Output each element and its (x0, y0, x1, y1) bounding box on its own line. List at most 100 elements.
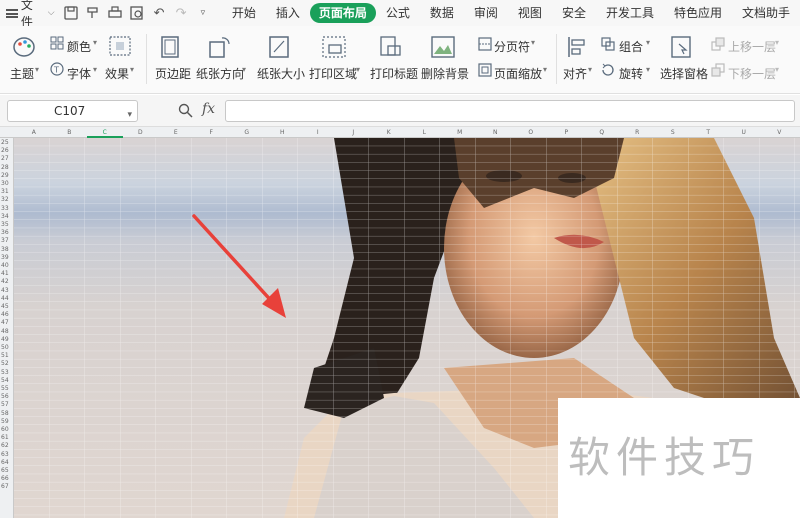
tab-special-apps[interactable]: 特色应用 (664, 3, 732, 23)
column-letter[interactable]: C (87, 127, 123, 138)
row-number[interactable]: 32 (0, 196, 14, 204)
column-letter[interactable]: F (194, 127, 230, 138)
row-number[interactable]: 37 (0, 237, 14, 245)
row-number[interactable]: 58 (0, 410, 14, 418)
row-number[interactable]: 33 (0, 205, 14, 213)
row-number[interactable]: 45 (0, 303, 14, 311)
row-number[interactable]: 27 (0, 155, 14, 163)
row-number[interactable]: 50 (0, 344, 14, 352)
theme-icon (13, 37, 35, 57)
customize-toolbar-icon[interactable]: ▿ (195, 5, 211, 21)
formula-input[interactable] (225, 100, 795, 122)
row-number[interactable]: 34 (0, 213, 14, 221)
row-number[interactable]: 25 (0, 139, 14, 147)
svg-text:T: T (53, 66, 59, 75)
column-letter[interactable]: S (655, 127, 691, 138)
tab-review[interactable]: 审阅 (464, 3, 508, 23)
row-number[interactable]: 35 (0, 221, 14, 229)
row-number[interactable]: 29 (0, 172, 14, 180)
row-number[interactable]: 63 (0, 451, 14, 459)
row-number[interactable]: 56 (0, 393, 14, 401)
column-letter[interactable]: K (371, 127, 407, 138)
zoom-search-icon[interactable] (178, 103, 193, 118)
chevron-down-icon[interactable]: ▾ (127, 105, 132, 125)
column-letter[interactable]: P (549, 127, 585, 138)
tab-home[interactable]: 开始 (222, 3, 266, 23)
column-letter[interactable]: G (229, 127, 265, 138)
tab-formulas[interactable]: 公式 (376, 3, 420, 23)
column-letter[interactable]: I (300, 127, 336, 138)
formula-bar: C107 ▾ fx (0, 95, 800, 127)
column-letter[interactable]: A (16, 127, 52, 138)
row-number[interactable]: 40 (0, 262, 14, 270)
row-number[interactable]: 53 (0, 369, 14, 377)
cell-reference: C107 (54, 104, 86, 118)
fx-icon[interactable]: fx (202, 101, 215, 117)
tab-developer[interactable]: 开发工具 (596, 3, 664, 23)
rotate-icon (602, 63, 614, 76)
row-number[interactable]: 28 (0, 164, 14, 172)
print-area-label: 打印区域 (309, 67, 358, 81)
column-letter[interactable]: M (442, 127, 478, 138)
row-number[interactable]: 26 (0, 147, 14, 155)
row-number[interactable]: 49 (0, 336, 14, 344)
chevron-down-icon: ▾ (242, 65, 247, 74)
column-letter[interactable]: D (123, 127, 159, 138)
selection-pane-icon (671, 36, 691, 58)
tab-doc-assistant[interactable]: 文档助手 (732, 3, 800, 23)
row-number[interactable]: 47 (0, 319, 14, 327)
row-number[interactable]: 51 (0, 352, 14, 360)
save-icon[interactable] (64, 5, 80, 21)
print-area-icon (322, 36, 346, 58)
tab-page-layout[interactable]: 页面布局 (309, 3, 376, 23)
column-letter[interactable]: R (620, 127, 656, 138)
tab-view[interactable]: 视图 (508, 3, 552, 23)
row-number[interactable]: 52 (0, 360, 14, 368)
column-letter[interactable]: T (691, 127, 727, 138)
column-letter[interactable]: O (513, 127, 549, 138)
tab-data[interactable]: 数据 (420, 3, 464, 23)
format-painter-icon[interactable] (85, 5, 101, 21)
column-letter[interactable]: J (336, 127, 372, 138)
row-number[interactable]: 44 (0, 295, 14, 303)
row-number[interactable]: 31 (0, 188, 14, 196)
row-number[interactable]: 30 (0, 180, 14, 188)
undo-icon[interactable]: ↶ (151, 5, 167, 21)
divider (556, 34, 557, 84)
column-letter[interactable]: E (158, 127, 194, 138)
redo-icon[interactable]: ↷ (173, 5, 189, 21)
column-letter[interactable]: Q (584, 127, 620, 138)
row-number[interactable]: 48 (0, 328, 14, 336)
column-letter[interactable]: U (726, 127, 762, 138)
tab-security[interactable]: 安全 (552, 3, 596, 23)
row-number[interactable]: 65 (0, 467, 14, 475)
row-number[interactable]: 38 (0, 246, 14, 254)
row-number[interactable]: 46 (0, 311, 14, 319)
row-number[interactable]: 62 (0, 442, 14, 450)
row-number[interactable]: 59 (0, 418, 14, 426)
column-letter[interactable]: H (265, 127, 301, 138)
row-number[interactable]: 57 (0, 401, 14, 409)
print-icon[interactable] (107, 5, 123, 21)
column-letter[interactable]: L (407, 127, 443, 138)
row-number[interactable]: 54 (0, 377, 14, 385)
row-number[interactable]: 36 (0, 229, 14, 237)
row-number[interactable]: 43 (0, 287, 14, 295)
row-number[interactable]: 55 (0, 385, 14, 393)
tab-insert[interactable]: 插入 (266, 3, 310, 23)
row-number[interactable]: 67 (0, 483, 14, 491)
column-letter[interactable]: V (762, 127, 798, 138)
print-preview-icon[interactable] (129, 5, 145, 21)
row-number[interactable]: 41 (0, 270, 14, 278)
column-letter[interactable]: N (478, 127, 514, 138)
row-number[interactable]: 42 (0, 278, 14, 286)
column-letter[interactable]: B (52, 127, 88, 138)
row-number[interactable]: 39 (0, 254, 14, 262)
row-number[interactable]: 66 (0, 475, 14, 483)
row-number[interactable]: 64 (0, 459, 14, 467)
name-box[interactable]: C107 ▾ (7, 100, 138, 122)
margins-label: 页边距 (155, 67, 192, 81)
row-number[interactable]: 61 (0, 434, 14, 442)
row-number[interactable]: 60 (0, 426, 14, 434)
chevron-down-icon: ▾ (35, 65, 40, 74)
